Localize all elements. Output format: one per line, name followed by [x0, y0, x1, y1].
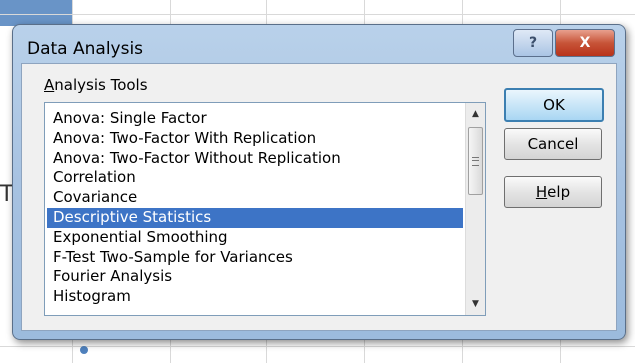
cancel-button[interactable]: Cancel [504, 128, 602, 160]
down-arrow-icon[interactable]: ▼ [466, 295, 485, 313]
ok-label: OK [543, 96, 565, 114]
list-item[interactable]: Anova: Single Factor [47, 109, 463, 129]
dialog-client-area: Analysis Tools Anova: Single Factor Anova… [21, 63, 617, 331]
label-rest: nalysis Tools [54, 76, 148, 94]
analysis-tools-label: Analysis Tools [44, 76, 148, 94]
close-icon: X [579, 35, 591, 51]
list-item[interactable]: Descriptive Statistics [47, 207, 463, 228]
label-mnemonic: A [44, 76, 55, 94]
list-item[interactable]: Correlation [47, 168, 463, 188]
ok-button[interactable]: OK [504, 88, 604, 122]
list-item[interactable]: Histogram [47, 287, 463, 307]
question-icon: ? [528, 35, 538, 51]
selected-cell-block [0, 0, 72, 26]
list-item[interactable]: Anova: Two-Factor Without Replication [47, 149, 463, 169]
vertical-scrollbar[interactable]: ▲ ▼ [465, 103, 485, 315]
help-button[interactable]: Help [504, 176, 602, 208]
list-item[interactable]: Covariance [47, 188, 463, 208]
scroll-thumb[interactable] [468, 127, 483, 195]
grid-line [0, 346, 635, 347]
list-item[interactable]: Anova: Two-Factor With Replication [47, 129, 463, 149]
list-item[interactable]: Fourier Analysis [47, 267, 463, 287]
help-mnemonic: H [535, 183, 548, 201]
data-point [80, 346, 88, 354]
dialog-title: Data Analysis [27, 39, 144, 59]
data-analysis-dialog: Data Analysis ? X Analysis Tools Anova: … [12, 24, 626, 340]
help-title-button[interactable]: ? [513, 29, 553, 57]
list-item[interactable]: F-Test Two-Sample for Variances [47, 248, 463, 268]
list-item[interactable]: Exponential Smoothing [47, 228, 463, 248]
grip-icon [472, 156, 479, 166]
grid-line [0, 14, 635, 15]
close-button[interactable]: X [555, 29, 615, 57]
analysis-tools-listbox[interactable]: Anova: Single Factor Anova: Two-Factor Wi… [44, 102, 486, 316]
cancel-label: Cancel [527, 135, 579, 153]
up-arrow-icon[interactable]: ▲ [466, 105, 485, 123]
title-bar-buttons: ? X [513, 29, 615, 57]
help-label-rest: elp [547, 183, 571, 201]
tools-list: Anova: Single Factor Anova: Two-Factor Wi… [47, 109, 463, 307]
